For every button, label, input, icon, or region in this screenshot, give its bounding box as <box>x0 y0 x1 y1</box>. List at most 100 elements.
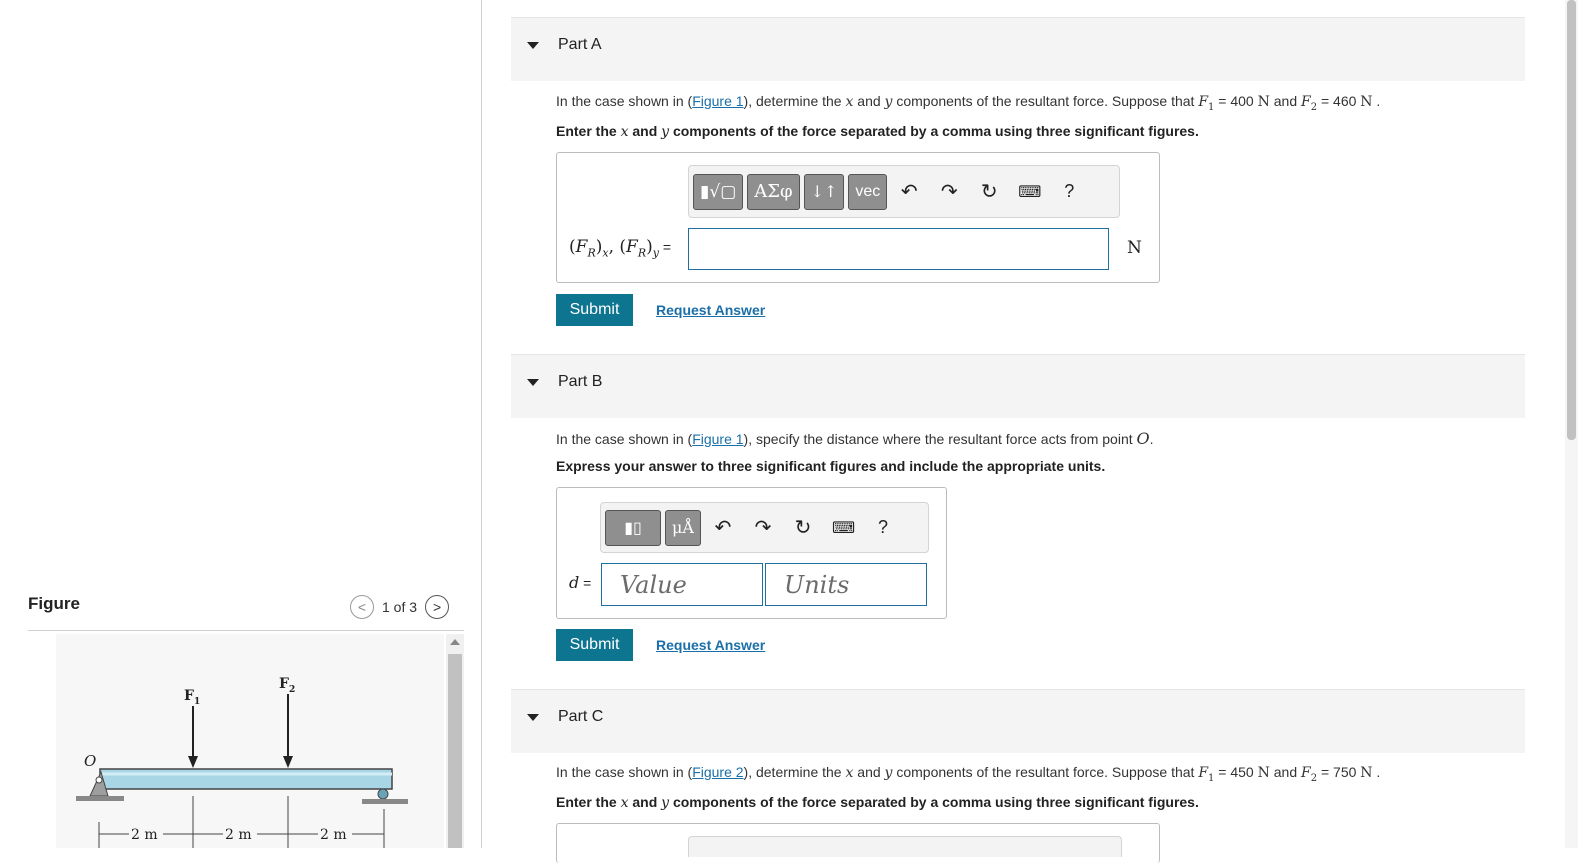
part-a-instruction: Enter the x and y components of the forc… <box>556 123 1199 140</box>
unit-text: N <box>1360 765 1373 781</box>
templates-button[interactable]: ▮▯ <box>605 509 661 546</box>
undo-icon[interactable]: ↶ <box>891 174 927 210</box>
collapse-triangle-icon[interactable] <box>527 42 539 49</box>
scroll-up-icon[interactable] <box>450 639 460 645</box>
vector-button[interactable]: vec <box>848 173 888 210</box>
question-text: In the case shown in ( <box>556 93 693 109</box>
part-a-label: Part A <box>558 36 602 53</box>
keyboard-icon[interactable]: ⌨ <box>825 510 861 546</box>
question-text: In the case shown in ( <box>556 764 693 780</box>
part-a-header[interactable]: Part A <box>511 17 1525 81</box>
collapse-triangle-icon[interactable] <box>527 379 539 386</box>
part-a-answer-box: ▮√▢ ΑΣφ ↓↑ vec ↶ ↷ ↻ ⌨ ? (FR)x, (FR)y = … <box>556 152 1160 283</box>
figure-panel: Figure < 1 of 3 > O F 1 F 2 2 m 2 m 2 m <box>0 0 481 848</box>
part-c-toolbar <box>688 836 1122 857</box>
part-a-unit: N <box>1127 238 1142 258</box>
greek-symbols-button[interactable]: ΑΣφ <box>747 173 800 210</box>
part-c-instruction: Enter the x and y components of the forc… <box>556 794 1199 811</box>
question-text: ), specify the distance where the result… <box>743 431 1137 447</box>
figure-image: O F 1 F 2 2 m 2 m 2 m <box>56 634 444 848</box>
figure-title: Figure <box>28 594 80 613</box>
pin-icon <box>95 776 103 784</box>
ground-right <box>362 799 408 804</box>
instruction-text: components of the force separated by a c… <box>669 794 1199 810</box>
collapse-triangle-icon[interactable] <box>527 714 539 721</box>
dimension-label: 2 m <box>320 827 347 843</box>
beam <box>99 768 393 790</box>
scrollbar-thumb[interactable] <box>448 654 462 848</box>
math-y: y <box>661 124 670 140</box>
part-b-units-input[interactable] <box>765 563 927 606</box>
figure-2-link[interactable]: Figure 2 <box>692 764 743 780</box>
reset-icon[interactable]: ↻ <box>971 174 1007 210</box>
instruction-text: components of the force separated by a c… <box>669 123 1199 139</box>
arrows-button[interactable]: ↓↑ <box>803 173 845 210</box>
question-text: ), determine the <box>743 93 846 109</box>
force2-label: F <box>279 676 289 692</box>
units-button[interactable]: μÅ <box>665 509 701 546</box>
previous-figure-button[interactable]: < <box>350 595 374 619</box>
templates-button[interactable]: ▮√▢ <box>693 173 744 210</box>
units-field[interactable] <box>766 564 926 605</box>
figure-pager: < 1 of 3 > <box>350 595 450 619</box>
roller-icon <box>377 788 389 800</box>
instruction-text: and <box>628 123 662 139</box>
redo-icon[interactable]: ↷ <box>745 510 781 546</box>
question-value: = 460 <box>1317 93 1361 109</box>
page-scrollbar[interactable] <box>1565 0 1578 848</box>
part-b-request-answer-link[interactable]: Request Answer <box>656 637 765 653</box>
help-icon[interactable]: ? <box>1051 174 1087 210</box>
question-text: . <box>1372 93 1381 109</box>
unit-text: N <box>1257 94 1270 110</box>
force1-sub: 1 <box>194 697 200 707</box>
part-a-input-label: (FR)x, (FR)y = <box>569 237 672 260</box>
figure-1-link[interactable]: Figure 1 <box>692 431 743 447</box>
keyboard-icon[interactable]: ⌨ <box>1011 174 1047 210</box>
part-b-answer-box: ▮▯ μÅ ↶ ↷ ↻ ⌨ ? d = <box>556 487 947 619</box>
force1-arrowhead <box>188 756 198 768</box>
question-text: In the case shown in ( <box>556 431 693 447</box>
question-text: ), determine the <box>743 764 846 780</box>
part-a-request-answer-link[interactable]: Request Answer <box>656 302 765 318</box>
figure-divider <box>28 630 464 631</box>
redo-icon[interactable]: ↷ <box>931 174 967 210</box>
question-text: components of the resultant force. Suppo… <box>892 93 1199 109</box>
next-figure-button[interactable]: > <box>425 595 450 619</box>
origin-label: O <box>84 752 96 770</box>
unit-text: N <box>1360 94 1373 110</box>
value-field[interactable] <box>602 564 762 605</box>
part-b-header[interactable]: Part B <box>511 354 1525 418</box>
part-c-label: Part C <box>558 708 604 725</box>
part-c-answer-box <box>556 823 1160 863</box>
force2-sub: 2 <box>289 685 295 695</box>
part-a-question: In the case shown in (Figure 1), determi… <box>556 93 1380 113</box>
figure-1-link[interactable]: Figure 1 <box>692 93 743 109</box>
part-c-header[interactable]: Part C <box>511 689 1525 753</box>
unit-text: N <box>1257 765 1270 781</box>
question-text: components of the resultant force. Suppo… <box>892 764 1199 780</box>
page-scrollbar-thumb[interactable] <box>1567 0 1576 440</box>
dimension-label: 2 m <box>225 827 252 843</box>
help-icon[interactable]: ? <box>865 510 901 546</box>
part-b-input-label: d = <box>569 573 592 592</box>
math-f1: F <box>1198 765 1209 781</box>
question-value: = 450 <box>1214 764 1258 780</box>
part-a-answer-input[interactable] <box>688 228 1109 270</box>
part-b-submit-button[interactable]: Submit <box>556 629 633 661</box>
reset-icon[interactable]: ↻ <box>785 510 821 546</box>
figure-scrollbar[interactable] <box>446 634 464 848</box>
question-text: and <box>853 764 885 780</box>
dimension-label: 2 m <box>131 827 158 843</box>
part-a-submit-button[interactable]: Submit <box>556 294 633 326</box>
math-f2: F <box>1301 765 1311 781</box>
pane-divider[interactable] <box>481 0 482 848</box>
math-point-o: O <box>1136 429 1150 448</box>
undo-icon[interactable]: ↶ <box>705 510 741 546</box>
part-a-answer-field[interactable] <box>689 229 1108 269</box>
instruction-text: and <box>628 794 662 810</box>
part-a-toolbar: ▮√▢ ΑΣφ ↓↑ vec ↶ ↷ ↻ ⌨ ? <box>688 165 1120 218</box>
question-value: = 750 <box>1317 764 1361 780</box>
question-value: = 400 <box>1214 93 1258 109</box>
part-b-value-input[interactable] <box>601 563 763 606</box>
beam-diagram: O F 1 F 2 2 m 2 m 2 m <box>76 676 408 848</box>
